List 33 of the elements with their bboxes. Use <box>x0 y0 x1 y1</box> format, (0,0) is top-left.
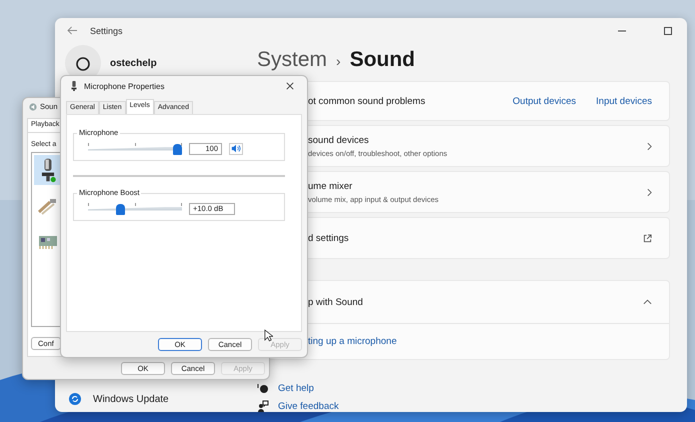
card-title: ot common sound problems <box>308 96 426 106</box>
sidebar-item[interactable]: Windows Update <box>55 389 181 409</box>
microphone-icon <box>70 81 78 91</box>
card-title: p with Sound <box>308 296 363 308</box>
slider-thumb[interactable] <box>116 204 126 214</box>
close-icon[interactable] <box>286 82 294 90</box>
window-title: Microphone Properties <box>84 82 164 90</box>
update-icon <box>69 393 81 405</box>
link[interactable]: Input devices <box>596 96 652 106</box>
feedback-icon <box>257 400 269 412</box>
window-title: Settings <box>90 26 123 36</box>
external-link-icon <box>643 234 652 242</box>
device-item[interactable] <box>34 155 62 186</box>
link[interactable]: Give feedback <box>278 400 339 412</box>
row-title: sound devices <box>308 134 370 146</box>
page-title: Sound <box>350 48 416 72</box>
link[interactable]: ting up a microphone <box>308 336 397 347</box>
chevron-right-icon <box>647 188 652 196</box>
breadcrumb-parent[interactable]: System <box>257 48 328 72</box>
slider[interactable] <box>88 142 182 154</box>
breadcrumb-separator: › <box>336 53 341 69</box>
row-title: d settings <box>308 232 349 244</box>
link[interactable]: Output devices <box>512 96 576 106</box>
slider[interactable] <box>88 202 182 214</box>
user-name: ostechelp <box>110 58 157 68</box>
slider-thumb[interactable] <box>173 144 182 154</box>
mute-button[interactable] <box>229 142 243 154</box>
chevron-right-icon <box>647 142 652 150</box>
row-title: ume mixer <box>308 180 354 192</box>
back-arrow-icon[interactable] <box>67 26 78 35</box>
maximize-icon[interactable] <box>663 26 673 36</box>
link[interactable]: Get help <box>278 382 314 394</box>
speaker-icon <box>29 102 37 112</box>
